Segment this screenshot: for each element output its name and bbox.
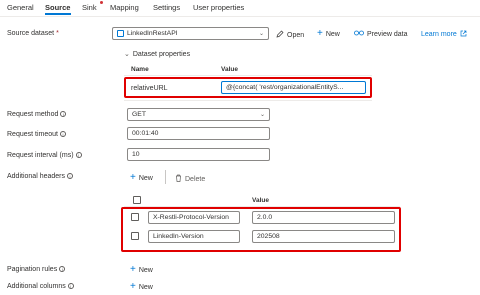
add-column-button[interactable]: + New xyxy=(130,281,153,292)
chevron-expand-icon: ⌄ xyxy=(124,51,130,58)
add-pagination-label: New xyxy=(138,266,153,274)
tab-settings[interactable]: Settings xyxy=(153,3,180,12)
delete-header-label: Delete xyxy=(185,175,206,183)
open-dataset-button[interactable]: Open xyxy=(276,30,304,40)
header-name-value: LinkedIn-Version xyxy=(153,233,204,240)
relativeurl-value-input[interactable]: @{concat( 'rest/organizationalEntityS... xyxy=(221,81,366,94)
property-name-relativeurl: relativeURL xyxy=(131,85,168,92)
plus-icon: + xyxy=(130,281,136,292)
additional-headers-label: Additional headers i xyxy=(7,173,73,180)
tab-bar: General Source Sink Mapping Settings Use… xyxy=(0,0,480,17)
header-value-input[interactable]: 2.0.0 xyxy=(252,211,395,224)
chevron-down-icon: ⌄ xyxy=(259,112,265,118)
trash-icon xyxy=(175,174,182,184)
header-name-input[interactable]: LinkedIn-Version xyxy=(148,230,240,243)
learn-more-label: Learn more xyxy=(421,31,457,38)
add-pagination-rule-button[interactable]: + New xyxy=(130,264,153,275)
add-header-button[interactable]: + New xyxy=(130,172,153,183)
tab-source[interactable]: Source xyxy=(45,3,70,12)
plus-icon: + xyxy=(130,172,136,183)
delete-header-button[interactable]: Delete xyxy=(175,174,205,184)
preview-data-label: Preview data xyxy=(367,30,408,38)
header-name-input[interactable]: X-Restli-Protocol-Version xyxy=(148,211,240,224)
header-value-value: 202508 xyxy=(257,233,280,240)
request-method-select[interactable]: GET ⌄ xyxy=(127,108,270,121)
required-mark: * xyxy=(56,30,59,37)
pagination-rules-label: Pagination rules i xyxy=(7,266,66,273)
header-value-value: 2.0.0 xyxy=(257,214,273,221)
preview-data-button[interactable]: Preview data xyxy=(354,30,407,38)
pagination-rules-label-text: Pagination rules xyxy=(7,266,58,273)
request-interval-value: 10 xyxy=(132,151,140,158)
add-header-label: New xyxy=(138,174,153,182)
select-all-headers-checkbox[interactable] xyxy=(133,196,141,204)
active-tab-indicator xyxy=(45,13,71,15)
source-dataset-select[interactable]: LinkedInRestAPI ⌄ xyxy=(112,27,269,40)
add-column-label: New xyxy=(138,283,153,291)
source-dataset-value: LinkedInRestAPI xyxy=(127,30,178,37)
tab-general[interactable]: General xyxy=(7,3,34,12)
source-dataset-label: Source dataset * xyxy=(7,30,59,37)
glasses-icon xyxy=(354,30,364,38)
request-interval-input[interactable]: 10 xyxy=(127,148,270,161)
relativeurl-value: @{concat( 'rest/organizationalEntityS... xyxy=(226,84,344,91)
request-method-label: Request method i xyxy=(7,111,67,118)
new-label: New xyxy=(325,30,340,38)
request-timeout-value: 00:01:40 xyxy=(132,130,159,137)
request-timeout-label: Request timeout i xyxy=(7,131,66,138)
info-icon: i xyxy=(59,131,66,138)
dataset-properties-toggle[interactable]: ⌄ Dataset properties xyxy=(124,50,191,59)
new-dataset-button[interactable]: + New xyxy=(317,28,340,39)
sink-error-dot xyxy=(100,1,103,4)
properties-col-value: Value xyxy=(221,66,238,73)
source-dataset-label-text: Source dataset xyxy=(7,30,55,37)
info-icon: i xyxy=(67,173,73,180)
tab-sink[interactable]: Sink xyxy=(82,3,97,12)
chevron-down-icon: ⌄ xyxy=(258,31,264,37)
info-icon: i xyxy=(59,266,66,273)
dataset-icon xyxy=(117,30,124,37)
info-icon: i xyxy=(60,111,67,118)
additional-columns-label-text: Additional columns xyxy=(7,283,66,290)
header-row-checkbox[interactable] xyxy=(131,232,139,240)
pencil-icon xyxy=(276,30,284,40)
properties-row-divider xyxy=(124,100,372,101)
header-name-value: X-Restli-Protocol-Version xyxy=(153,214,229,221)
request-method-label-text: Request method xyxy=(7,111,59,118)
headers-col-value: Value xyxy=(252,197,269,204)
learn-more-link[interactable]: Learn more xyxy=(421,30,467,39)
header-row-checkbox[interactable] xyxy=(131,213,139,221)
additional-columns-label: Additional columns i xyxy=(7,283,74,290)
request-timeout-label-text: Request timeout xyxy=(7,131,58,138)
plus-icon: + xyxy=(317,28,323,39)
toolbar-divider xyxy=(165,170,166,184)
plus-icon: + xyxy=(130,264,136,275)
properties-header-divider xyxy=(124,75,372,76)
info-icon: i xyxy=(67,283,74,290)
tab-user-properties[interactable]: User properties xyxy=(193,3,244,12)
request-interval-label: Request interval (ms) i xyxy=(7,152,82,159)
properties-col-name: Name xyxy=(131,66,149,73)
additional-headers-label-text: Additional headers xyxy=(7,173,65,180)
tab-mapping[interactable]: Mapping xyxy=(110,3,139,12)
dataset-properties-title: Dataset properties xyxy=(132,50,191,58)
info-icon: i xyxy=(75,152,82,159)
open-label: Open xyxy=(287,31,305,39)
request-method-value: GET xyxy=(132,111,146,118)
request-interval-label-text: Request interval (ms) xyxy=(7,152,74,159)
request-timeout-input[interactable]: 00:01:40 xyxy=(127,127,270,140)
header-value-input[interactable]: 202508 xyxy=(252,230,395,243)
external-link-icon xyxy=(460,30,467,39)
